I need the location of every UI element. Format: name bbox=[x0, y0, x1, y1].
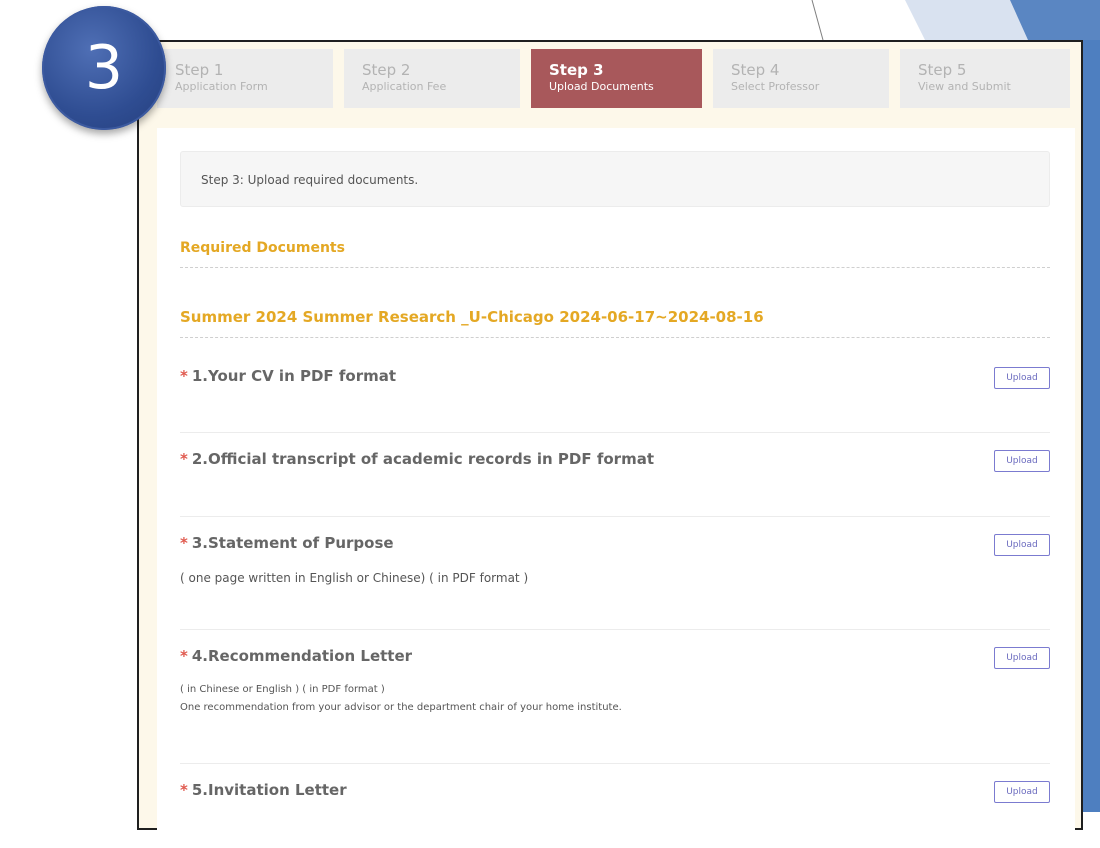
upload-cv-button[interactable]: Upload bbox=[994, 367, 1050, 389]
step-application-fee[interactable]: Step 2 Application Fee bbox=[344, 49, 520, 108]
document-note: ( one page written in English or Chinese… bbox=[180, 571, 529, 585]
document-item-statement-of-purpose: * 3.Statement of Purpose Upload ( one pag… bbox=[180, 534, 1050, 630]
document-note: One recommendation from your advisor or … bbox=[180, 702, 622, 713]
step-select-professor[interactable]: Step 4 Select Professor bbox=[713, 49, 889, 108]
progress-stepper: Step 1 Application Form Step 2 Applicati… bbox=[157, 49, 1070, 108]
step-upload-documents[interactable]: Step 3 Upload Documents bbox=[531, 49, 702, 108]
document-item-invitation-letter: * 5.Invitation Letter Upload bbox=[180, 781, 1050, 821]
step-sublabel: Application Fee bbox=[362, 80, 447, 93]
document-title: * 2.Official transcript of academic recor… bbox=[180, 450, 654, 468]
upload-invitation-button[interactable]: Upload bbox=[994, 781, 1050, 803]
step-label: Step 1 bbox=[175, 61, 224, 79]
document-note: ( in Chinese or English ) ( in PDF forma… bbox=[180, 684, 385, 695]
document-title: * 1.Your CV in PDF format bbox=[180, 367, 397, 385]
step-sublabel: Application Form bbox=[175, 80, 268, 93]
required-marker: * bbox=[180, 534, 188, 552]
instruction-notice: Step 3: Upload required documents. bbox=[180, 151, 1050, 207]
document-item-cv: * 1.Your CV in PDF format Upload bbox=[180, 367, 1050, 433]
document-title: * 3.Statement of Purpose bbox=[180, 534, 394, 552]
document-item-recommendation-letter: * 4.Recommendation Letter Upload ( in Chi… bbox=[180, 647, 1050, 764]
document-title: * 5.Invitation Letter bbox=[180, 781, 347, 799]
step-view-and-submit[interactable]: Step 5 View and Submit bbox=[900, 49, 1070, 108]
upload-statement-button[interactable]: Upload bbox=[994, 534, 1050, 556]
step-label: Step 2 bbox=[362, 61, 411, 79]
required-documents-heading: Required Documents bbox=[180, 240, 1050, 268]
document-title: * 4.Recommendation Letter bbox=[180, 647, 413, 665]
step-sublabel: View and Submit bbox=[918, 80, 1011, 93]
step-sublabel: Select Professor bbox=[731, 80, 820, 93]
step-label: Step 5 bbox=[918, 61, 967, 79]
document-item-transcript: * 2.Official transcript of academic recor… bbox=[180, 450, 1050, 517]
step-sublabel: Upload Documents bbox=[549, 80, 654, 93]
required-marker: * bbox=[180, 647, 188, 665]
upload-recommendation-button[interactable]: Upload bbox=[994, 647, 1050, 669]
step-number-badge: 3 bbox=[42, 6, 166, 130]
step-label: Step 4 bbox=[731, 61, 780, 79]
upload-panel: Step 3: Upload required documents. Requi… bbox=[157, 128, 1075, 848]
step-label: Step 3 bbox=[549, 61, 604, 79]
required-marker: * bbox=[180, 781, 188, 799]
program-heading: Summer 2024 Summer Research _U-Chicago 2… bbox=[180, 308, 1050, 338]
required-marker: * bbox=[180, 450, 188, 468]
upload-transcript-button[interactable]: Upload bbox=[994, 450, 1050, 472]
screenshot-frame: Step 1 Application Form Step 2 Applicati… bbox=[137, 40, 1083, 848]
step-application-form[interactable]: Step 1 Application Form bbox=[157, 49, 333, 108]
required-marker: * bbox=[180, 367, 188, 385]
